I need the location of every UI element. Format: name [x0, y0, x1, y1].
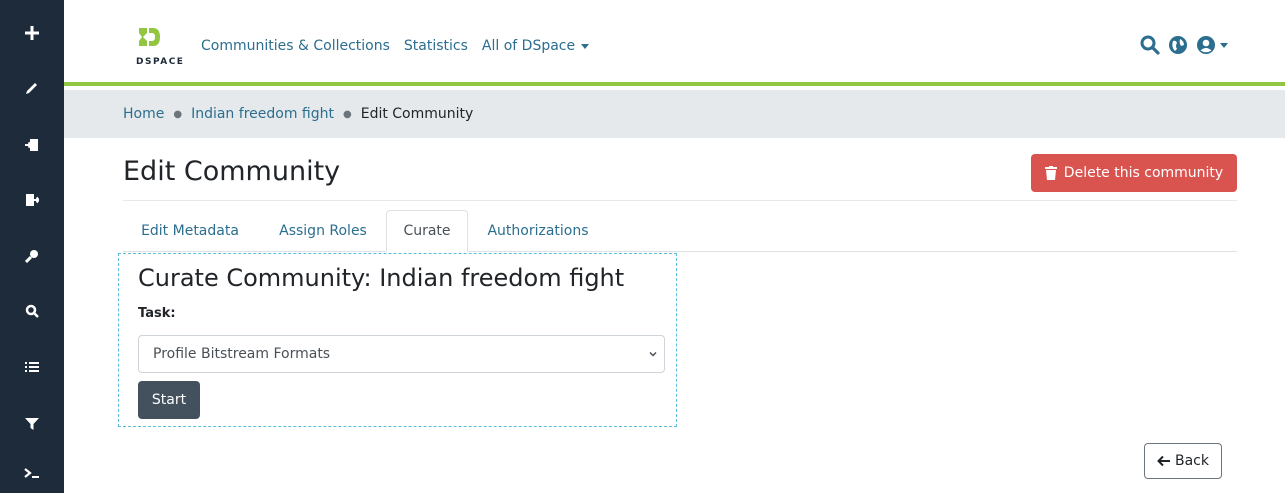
search-icon[interactable] — [1140, 35, 1160, 55]
user-icon — [1197, 36, 1215, 54]
list-icon[interactable] — [0, 347, 64, 387]
delete-community-label: Delete this community — [1063, 165, 1224, 181]
start-button[interactable]: Start — [138, 381, 200, 419]
task-select-value: Profile Bitstream Formats — [153, 346, 331, 362]
header-icons — [1140, 35, 1228, 55]
user-menu[interactable] — [1196, 35, 1228, 55]
plus-icon[interactable] — [0, 13, 64, 53]
delete-community-button[interactable]: Delete this community — [1031, 154, 1237, 192]
task-label: Task: — [138, 306, 176, 321]
dspace-logo[interactable]: DSPACE — [136, 24, 186, 72]
divider — [123, 200, 1237, 201]
tab-curate[interactable]: Curate — [386, 210, 468, 252]
search-icon[interactable] — [0, 291, 64, 331]
breadcrumb-separator: ● — [173, 108, 183, 120]
chevron-down-icon — [581, 43, 590, 49]
breadcrumb-separator: ● — [342, 108, 352, 120]
key-icon[interactable] — [0, 236, 64, 276]
arrow-left-icon — [1157, 455, 1170, 467]
terminal-icon[interactable] — [0, 453, 64, 493]
curate-title: Curate Community: Indian freedom fight — [138, 264, 625, 292]
breadcrumb-parent[interactable]: Indian freedom fight — [191, 106, 334, 122]
curate-panel: Curate Community: Indian freedom fight T… — [118, 253, 677, 427]
chevron-down-icon — [649, 351, 657, 357]
main-nav: Communities & Collections Statistics All… — [201, 38, 590, 54]
nav-communities-collections[interactable]: Communities & Collections — [201, 38, 390, 54]
pencil-icon[interactable] — [0, 68, 64, 108]
nav-all-of-dspace-label: All of DSpace — [481, 38, 576, 54]
admin-sidebar — [0, 0, 64, 493]
header: DSPACE Communities & Collections Statist… — [64, 0, 1285, 86]
import-icon[interactable] — [0, 125, 64, 165]
back-button[interactable]: Back — [1144, 443, 1222, 479]
export-icon[interactable] — [0, 180, 64, 220]
breadcrumb-home[interactable]: Home — [123, 106, 164, 122]
filter-icon[interactable] — [0, 404, 64, 444]
nav-statistics[interactable]: Statistics — [404, 38, 468, 54]
logo-text: DSPACE — [136, 57, 185, 67]
breadcrumb-current: Edit Community — [360, 106, 474, 122]
nav-all-of-dspace[interactable]: All of DSpace — [481, 38, 590, 54]
page-title: Edit Community — [123, 156, 341, 187]
globe-icon[interactable] — [1168, 35, 1188, 55]
tab-assign-roles[interactable]: Assign Roles — [261, 210, 385, 252]
back-label: Back — [1175, 453, 1209, 469]
tab-edit-metadata[interactable]: Edit Metadata — [125, 210, 255, 252]
breadcrumb: Home ● Indian freedom fight ● Edit Commu… — [64, 90, 1285, 138]
tab-bar: Edit Metadata Assign Roles Curate Author… — [123, 210, 1237, 252]
trash-icon — [1044, 166, 1057, 180]
chevron-down-icon — [1220, 42, 1228, 48]
dspace-logo-mark — [139, 28, 160, 46]
task-select[interactable]: Profile Bitstream Formats — [138, 335, 665, 373]
tab-authorizations[interactable]: Authorizations — [473, 210, 603, 252]
